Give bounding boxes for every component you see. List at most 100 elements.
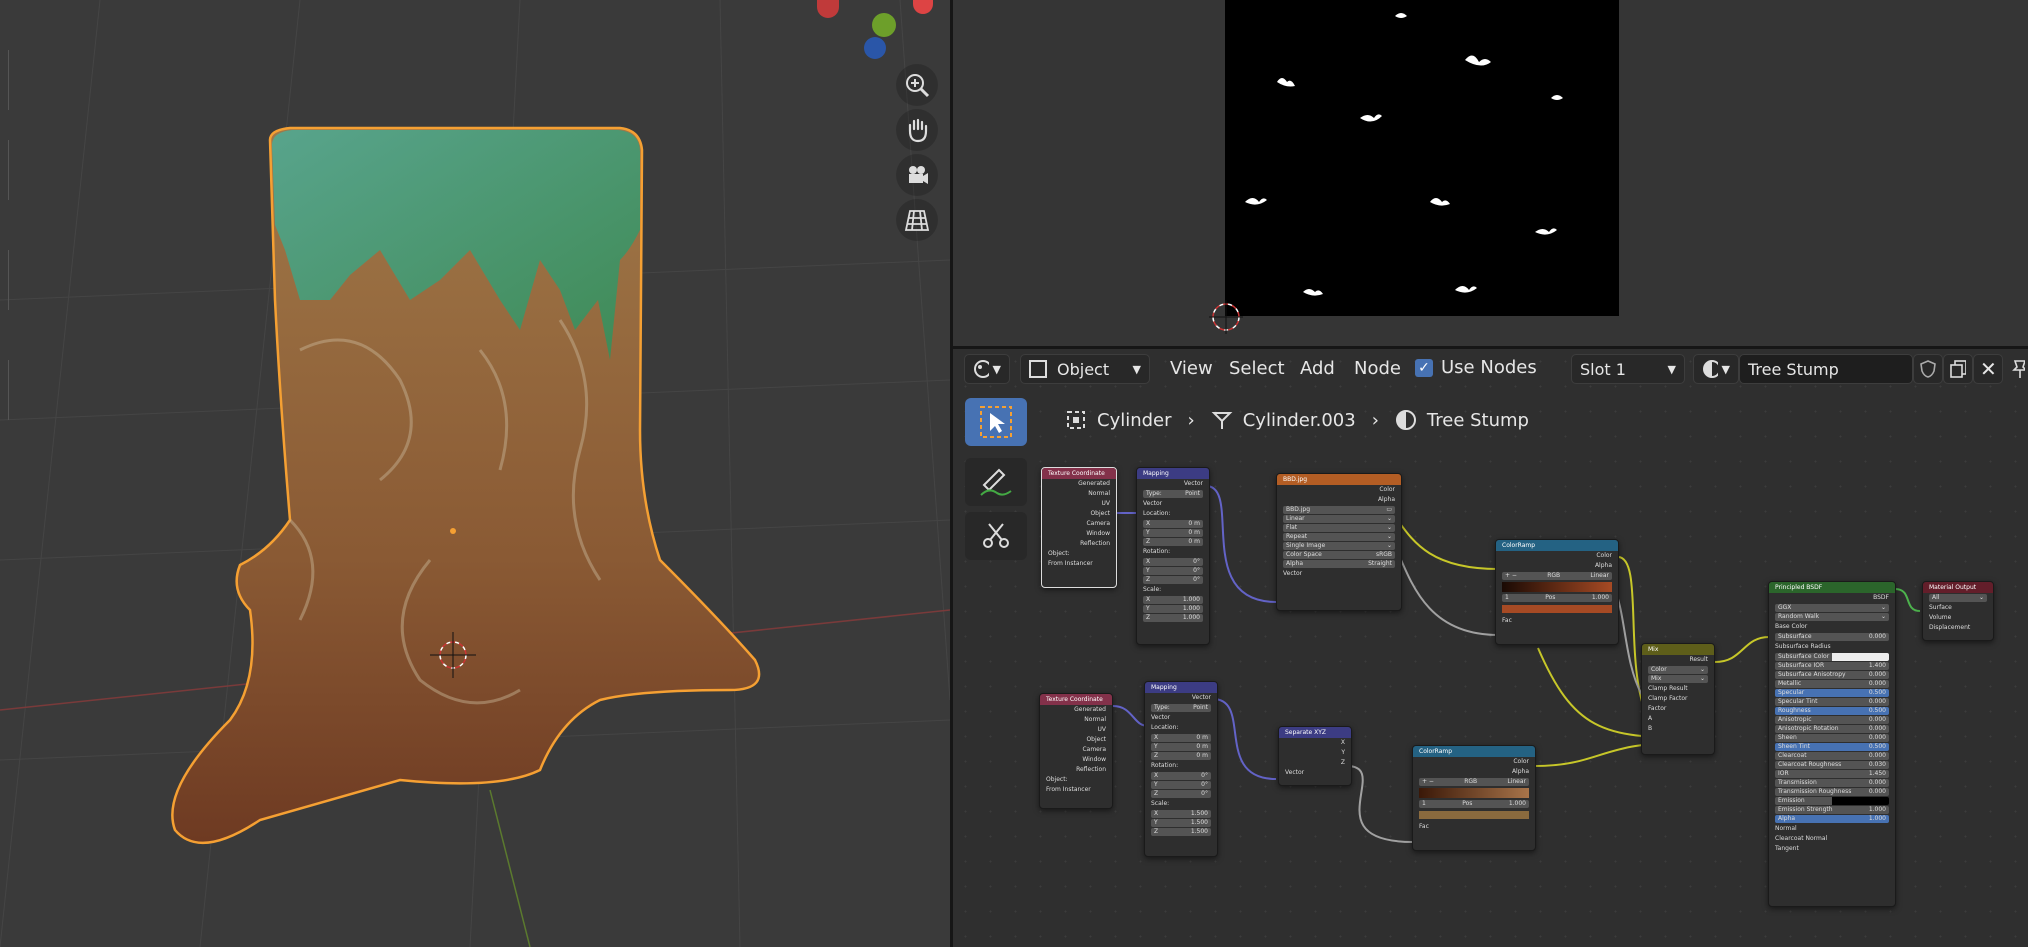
distribution-dropdown[interactable]: GGX ⌄ — [1775, 604, 1889, 612]
bsdf-param-specular-tint[interactable]: Specular Tint 0.000 — [1775, 698, 1889, 706]
bsdf-param-emission-strength[interactable]: Emission Strength 1.000 — [1775, 806, 1889, 814]
material-output-node[interactable]: Material Output All ⌄ Surface Volume Disp… — [1922, 581, 1994, 641]
rotation-x-field[interactable]: X 0° — [1143, 558, 1203, 566]
mapping-node[interactable]: Mapping Vector Type: Point Vector Locatio… — [1136, 467, 1210, 645]
from-instancer-checkbox[interactable]: From Instancer — [1042, 559, 1116, 569]
socket-label: Vector — [1191, 694, 1211, 701]
toolbar-edge[interactable] — [0, 360, 9, 420]
location-x-field[interactable]: X0 m — [1151, 734, 1211, 742]
socket-label: Color — [1513, 758, 1529, 765]
zoom-button[interactable] — [896, 64, 938, 106]
ramp-mode-row[interactable]: + − RGB Linear — [1502, 572, 1612, 580]
image-canvas[interactable] — [1225, 0, 1619, 316]
toolbar-edge[interactable] — [0, 140, 9, 200]
socket-label: Result — [1689, 656, 1708, 663]
from-instancer-checkbox[interactable]: From Instancer — [1040, 785, 1112, 795]
bsdf-param-anisotropic-rotation[interactable]: Anisotropic Rotation 0.000 — [1775, 725, 1889, 733]
bsdf-param-subsurface-radius: Subsurface Radius — [1769, 642, 1895, 652]
bsdf-param-transmission[interactable]: Transmission 0.000 — [1775, 779, 1889, 787]
extension-dropdown[interactable]: Repeat ⌄ — [1283, 533, 1395, 541]
param-label: Transmission Roughness — [1778, 788, 1852, 795]
bsdf-param-sheen[interactable]: Sheen 0.000 — [1775, 734, 1889, 742]
ramp-mode-row[interactable]: + − RGB Linear — [1419, 778, 1529, 786]
separate-xyz-node[interactable]: Separate XYZ X Y Z Vector — [1278, 726, 1352, 786]
field-value: 1.500 — [1190, 810, 1208, 817]
hand-icon — [908, 118, 928, 143]
rotation-y-field[interactable]: Y 0° — [1151, 781, 1211, 789]
alpha-mode-dropdown[interactable]: Alpha Straight — [1283, 560, 1395, 568]
subsurface-method-dropdown[interactable]: Random Walk ⌄ — [1775, 613, 1889, 621]
scale-z-field[interactable]: Z 1.500 — [1151, 828, 1211, 836]
3d-viewport[interactable] — [0, 0, 950, 947]
type-dropdown[interactable]: Type: Point — [1143, 490, 1203, 498]
object-field[interactable]: Object: — [1040, 775, 1112, 785]
mapping-node[interactable]: Mapping Vector Type: Point Vector Locatio… — [1144, 681, 1218, 857]
color-ramp-gradient[interactable] — [1419, 788, 1529, 798]
mix-node[interactable]: Mix Result Color ⌄ Mix ⌄ Clamp Result Clam… — [1641, 643, 1715, 755]
bsdf-param-emission[interactable]: Emission — [1775, 797, 1889, 805]
chevron-down-icon: ⌄ — [1386, 515, 1392, 522]
camera-view-button[interactable] — [896, 154, 938, 196]
scale-x-field[interactable]: X 1.000 — [1143, 596, 1203, 604]
stop-color-swatch[interactable] — [1502, 605, 1612, 613]
blend-mode-dropdown[interactable]: Mix ⌄ — [1648, 675, 1708, 683]
scale-y-field[interactable]: Y 1.500 — [1151, 819, 1211, 827]
scale-z-field[interactable]: Z 1.000 — [1143, 614, 1203, 622]
location-y-field[interactable]: Y0 m — [1151, 743, 1211, 751]
field-value: Point — [1185, 490, 1200, 497]
source-dropdown[interactable]: Single Image ⌄ — [1283, 542, 1395, 550]
scale-x-field[interactable]: X 1.500 — [1151, 810, 1211, 818]
chevron-down-icon: ⌄ — [1386, 542, 1392, 549]
gizmo-y-dot[interactable] — [872, 13, 896, 37]
field-value: 0° — [1201, 772, 1208, 779]
rotation-z-field[interactable]: Z 0° — [1143, 576, 1203, 584]
bsdf-param-clearcoat[interactable]: Clearcoat 0.000 — [1775, 752, 1889, 760]
bsdf-param-clearcoat-roughness[interactable]: Clearcoat Roughness 0.030 — [1775, 761, 1889, 769]
object-field[interactable]: Object: — [1042, 549, 1116, 559]
bsdf-param-ior[interactable]: IOR 1.450 — [1775, 770, 1889, 778]
data-type-dropdown[interactable]: Color ⌄ — [1648, 666, 1708, 674]
color-ramp-node[interactable]: ColorRamp Color Alpha + − RGB Linear 1 Pos 1… — [1412, 745, 1536, 851]
stop-color-swatch[interactable] — [1419, 811, 1529, 819]
bsdf-param-subsurface-ior[interactable]: Subsurface IOR 1.400 — [1775, 662, 1889, 670]
location-z-field[interactable]: Z0 m — [1151, 752, 1211, 760]
bsdf-param-subsurface[interactable]: Subsurface 0.000 — [1775, 633, 1889, 641]
image-texture-node[interactable]: BBD.jpg Color Alpha BBD.jpg ▭ Linear ⌄ Fla… — [1276, 473, 1402, 611]
ramp-stop-row[interactable]: 1 Pos 1.000 — [1419, 800, 1529, 808]
rotation-z-field[interactable]: Z 0° — [1151, 790, 1211, 798]
toolbar-edge[interactable] — [0, 50, 9, 110]
bsdf-param-anisotropic[interactable]: Anisotropic 0.000 — [1775, 716, 1889, 724]
principled-bsdf-node[interactable]: Principled BSDF BSDF GGX ⌄ Random Walk ⌄ B… — [1768, 581, 1896, 907]
bsdf-param-subsurface-anisotropy[interactable]: Subsurface Anisotropy 0.000 — [1775, 671, 1889, 679]
bsdf-param-transmission-roughness[interactable]: Transmission Roughness 0.000 — [1775, 788, 1889, 796]
bsdf-param-specular[interactable]: Specular 0.500 — [1775, 689, 1889, 697]
bsdf-param-metallic[interactable]: Metallic 0.000 — [1775, 680, 1889, 688]
location-y-field[interactable]: Y0 m — [1143, 529, 1203, 537]
gizmo-z-dot[interactable] — [864, 37, 886, 59]
bsdf-param-alpha[interactable]: Alpha 1.000 — [1775, 815, 1889, 823]
color-ramp-node[interactable]: ColorRamp Color Alpha + − RGB Linear 1 Pos 1… — [1495, 539, 1619, 645]
bsdf-param-subsurface-color[interactable]: Subsurface Color — [1775, 653, 1889, 661]
location-z-field[interactable]: Z0 m — [1143, 538, 1203, 546]
pan-button[interactable] — [896, 109, 938, 151]
color-space-dropdown[interactable]: Color Space sRGB — [1283, 551, 1395, 559]
rotation-y-field[interactable]: Y 0° — [1143, 567, 1203, 575]
ramp-stop-row[interactable]: 1 Pos 1.000 — [1502, 594, 1612, 602]
rotation-x-field[interactable]: X 0° — [1151, 772, 1211, 780]
image-file-field[interactable]: BBD.jpg ▭ — [1283, 506, 1395, 514]
bsdf-param-sheen-tint[interactable]: Sheen Tint 0.500 — [1775, 743, 1889, 751]
texture-coordinate-node[interactable]: Texture Coordinate Generated Normal UV O… — [1039, 693, 1113, 809]
bsdf-param-roughness[interactable]: Roughness 0.500 — [1775, 707, 1889, 715]
clamp-result-checkbox[interactable]: Clamp Result — [1642, 684, 1714, 694]
interpolation-dropdown[interactable]: Linear ⌄ — [1283, 515, 1395, 523]
toolbar-edge[interactable] — [0, 250, 9, 310]
clamp-factor-checkbox[interactable]: Clamp Factor — [1642, 694, 1714, 704]
target-dropdown[interactable]: All ⌄ — [1929, 594, 1987, 602]
scale-y-field[interactable]: Y 1.000 — [1143, 605, 1203, 613]
color-ramp-gradient[interactable] — [1502, 582, 1612, 592]
texture-coordinate-node[interactable]: Texture Coordinate Generated Normal UV O… — [1041, 467, 1117, 588]
type-dropdown[interactable]: Type: Point — [1151, 704, 1211, 712]
perspective-toggle-button[interactable] — [896, 199, 938, 241]
projection-dropdown[interactable]: Flat ⌄ — [1283, 524, 1395, 532]
location-x-field[interactable]: X0 m — [1143, 520, 1203, 528]
